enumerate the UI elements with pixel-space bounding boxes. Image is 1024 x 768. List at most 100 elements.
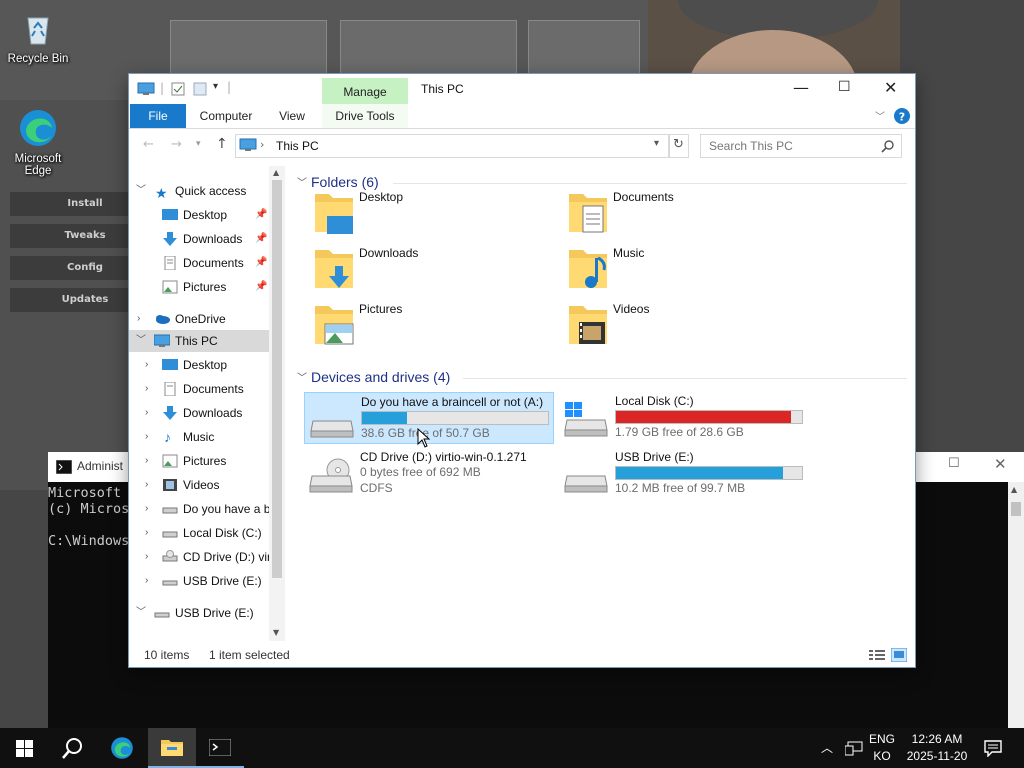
- taskbar-explorer-button[interactable]: [148, 728, 196, 768]
- chevron-down-icon[interactable]: ﹀: [297, 369, 307, 384]
- chevron-down-icon[interactable]: ﹀: [136, 602, 146, 624]
- taskbar-edge-button[interactable]: [98, 728, 146, 768]
- chevron-right-icon[interactable]: ›: [145, 522, 148, 544]
- group-header-drives[interactable]: Devices and drives (4): [311, 367, 450, 387]
- chevron-right-icon[interactable]: ›: [137, 308, 140, 330]
- folder-downloads[interactable]: Downloads: [313, 244, 563, 294]
- forward-arrow-icon[interactable]: →: [171, 137, 182, 152]
- nav-quick-access[interactable]: ﹀ ★ Quick access: [129, 180, 269, 202]
- details-view-icon[interactable]: [869, 649, 885, 661]
- drive-d[interactable]: CD Drive (D:) virtio-win-0.1.271 0 bytes…: [304, 448, 552, 500]
- scroll-down-icon[interactable]: ▼: [273, 628, 279, 637]
- properties-icon[interactable]: [171, 82, 185, 96]
- customize-dropdown-icon[interactable]: ▾: [213, 81, 218, 92]
- up-arrow-icon[interactable]: ↑: [216, 136, 228, 152]
- drive-c[interactable]: Local Disk (C:) 1.79 GB free of 28.6 GB: [559, 392, 807, 442]
- chevron-right-icon[interactable]: ›: [145, 498, 148, 520]
- network-icon[interactable]: [845, 741, 863, 756]
- explorer-window[interactable]: | ▾ | This PC — ☐ ✕ Manage File Computer…: [129, 74, 915, 667]
- nav-pc-music[interactable]: › ♪ Music: [129, 426, 269, 448]
- minimize-button[interactable]: —: [793, 78, 809, 97]
- navigation-pane[interactable]: ﹀ ★ Quick access Desktop 📌 Downloads 📌 D…: [129, 164, 285, 639]
- search-box[interactable]: Search This PC: [700, 134, 902, 158]
- cmd-scroll-thumb[interactable]: [1011, 502, 1021, 516]
- drive-name: Local Disk (C:): [615, 394, 694, 408]
- recent-locations-icon[interactable]: ▾: [196, 139, 201, 149]
- folder-videos[interactable]: Videos: [567, 300, 817, 350]
- scroll-up-icon[interactable]: ▲: [1011, 485, 1017, 494]
- nav-label: Documents: [183, 256, 244, 270]
- back-arrow-icon[interactable]: ←: [143, 137, 154, 152]
- nav-pc-pictures[interactable]: › Pictures: [129, 450, 269, 472]
- chevron-right-icon[interactable]: ›: [145, 354, 148, 376]
- nav-scroll-thumb[interactable]: [272, 180, 282, 578]
- address-text[interactable]: This PC: [276, 139, 319, 153]
- nav-pc-downloads[interactable]: › Downloads: [129, 402, 269, 424]
- chevron-right-icon[interactable]: ›: [145, 402, 148, 424]
- new-folder-icon[interactable]: [193, 82, 207, 96]
- chevron-down-icon[interactable]: ﹀: [136, 330, 146, 352]
- cmd-maximize-button[interactable]: ☐: [948, 456, 960, 471]
- ribbon-expand-icon[interactable]: ﹀: [875, 108, 885, 123]
- folder-music[interactable]: Music: [567, 244, 817, 294]
- address-bar[interactable]: › This PC ▾: [235, 134, 669, 158]
- tab-file[interactable]: File: [130, 104, 186, 128]
- chevron-down-icon[interactable]: ﹀: [297, 174, 307, 189]
- notifications-icon[interactable]: [984, 740, 1002, 757]
- nav-pc-documents[interactable]: › Documents: [129, 378, 269, 400]
- tab-computer[interactable]: Computer: [191, 104, 261, 128]
- taskbar-cmd-button[interactable]: [196, 728, 244, 768]
- chevron-right-icon[interactable]: ›: [145, 426, 148, 448]
- help-icon[interactable]: ?: [894, 108, 910, 124]
- manage-context-header[interactable]: Manage: [322, 78, 408, 104]
- star-icon: ★: [155, 185, 168, 201]
- nav-pc-drive-e[interactable]: › USB Drive (E:): [129, 570, 269, 592]
- edge-shortcut[interactable]: Microsoft Edge: [2, 108, 74, 177]
- explorer-titlebar[interactable]: | ▾ | This PC — ☐ ✕: [129, 74, 915, 104]
- nav-scrollbar[interactable]: ▲ ▼: [269, 166, 285, 641]
- search-button[interactable]: [48, 728, 96, 768]
- pictures-icon: [162, 454, 178, 468]
- start-button[interactable]: [0, 728, 48, 768]
- chevron-right-icon[interactable]: ›: [145, 546, 148, 568]
- drive-e[interactable]: USB Drive (E:) 10.2 MB free of 99.7 MB: [559, 448, 807, 498]
- chevron-down-icon[interactable]: ﹀: [136, 180, 146, 202]
- nav-pc-desktop[interactable]: › Desktop: [129, 354, 269, 376]
- nav-pc-drive-d[interactable]: › CD Drive (D:) virt: [129, 546, 269, 568]
- clock[interactable]: 12:26 AM 2025-11-20: [902, 732, 972, 763]
- nav-this-pc[interactable]: ﹀ This PC: [129, 330, 269, 352]
- edge-label: Microsoft Edge: [14, 153, 62, 177]
- nav-qa-pictures[interactable]: Pictures 📌: [129, 276, 269, 298]
- address-dropdown-icon[interactable]: ▾: [654, 138, 659, 149]
- nav-qa-desktop[interactable]: Desktop 📌: [129, 204, 269, 226]
- nav-pc-drive-c[interactable]: › Local Disk (C:): [129, 522, 269, 544]
- tab-view[interactable]: View: [269, 104, 315, 128]
- folder-documents[interactable]: Documents: [567, 188, 817, 238]
- folder-pictures[interactable]: Pictures: [313, 300, 563, 350]
- cmd-scrollbar[interactable]: ▲: [1008, 482, 1024, 728]
- close-button[interactable]: ✕: [884, 78, 897, 97]
- recycle-bin-shortcut[interactable]: Recycle Bin: [2, 8, 74, 65]
- cmd-close-button[interactable]: ✕: [994, 455, 1007, 473]
- drive-name: CD Drive (D:) virtio-win-0.1.271: [360, 450, 527, 464]
- nav-pc-drive-a[interactable]: › Do you have a b: [129, 498, 269, 520]
- nav-qa-documents[interactable]: Documents 📌: [129, 252, 269, 274]
- language-indicator[interactable]: ENG KO: [866, 732, 898, 763]
- large-icons-view-icon[interactable]: [891, 648, 907, 662]
- chevron-right-icon[interactable]: ›: [145, 450, 148, 472]
- nav-qa-downloads[interactable]: Downloads 📌: [129, 228, 269, 250]
- chevron-right-icon[interactable]: ›: [145, 474, 148, 496]
- maximize-button[interactable]: ☐: [838, 79, 851, 95]
- nav-onedrive[interactable]: › OneDrive: [129, 308, 269, 330]
- chevron-right-icon[interactable]: ›: [145, 378, 148, 400]
- tab-drive-tools[interactable]: Drive Tools: [322, 104, 408, 128]
- nav-usb-drive[interactable]: ﹀ USB Drive (E:): [129, 602, 269, 624]
- chevron-right-icon[interactable]: ›: [145, 570, 148, 592]
- show-hidden-icons-icon[interactable]: ︿: [821, 739, 833, 756]
- content-pane[interactable]: ﹀ Folders (6) Desktop Documents Download…: [289, 166, 915, 641]
- breadcrumb-chevron-icon[interactable]: ›: [260, 138, 264, 151]
- refresh-button[interactable]: ↻: [669, 134, 689, 158]
- folder-desktop[interactable]: Desktop: [313, 188, 563, 238]
- scroll-up-icon[interactable]: ▲: [273, 168, 279, 177]
- nav-pc-videos[interactable]: › Videos: [129, 474, 269, 496]
